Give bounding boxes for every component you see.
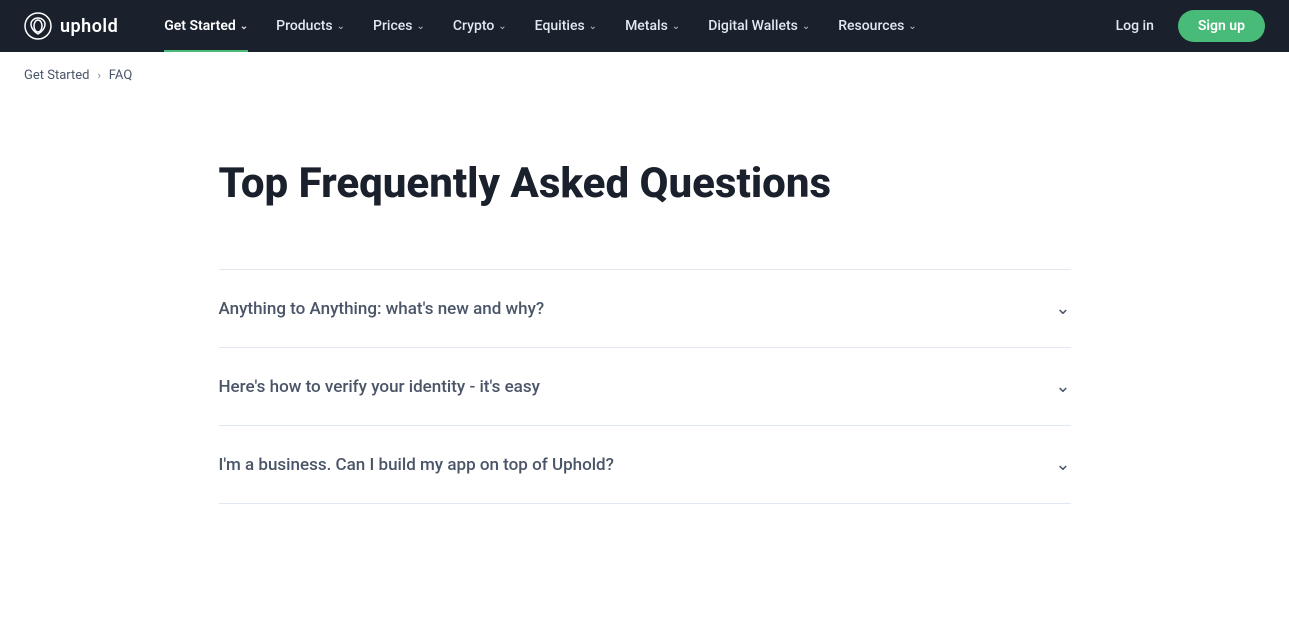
chevron-down-icon: ⌄ xyxy=(417,21,425,32)
chevron-down-icon-1: ⌄ xyxy=(1055,298,1070,319)
chevron-down-icon: ⌄ xyxy=(589,21,597,32)
breadcrumb-separator: › xyxy=(97,69,100,82)
main-content: Top Frequently Asked Questions Anything … xyxy=(195,99,1095,544)
faq-question-3: I'm a business. Can I build my app on to… xyxy=(219,455,1056,475)
nav-item-equities[interactable]: Equities ⌄ xyxy=(521,0,611,52)
faq-item-1[interactable]: Anything to Anything: what's new and why… xyxy=(219,269,1071,347)
page-title: Top Frequently Asked Questions xyxy=(219,159,1071,209)
chevron-down-icon-3: ⌄ xyxy=(1055,454,1070,475)
nav-auth: Log in Sign up xyxy=(1104,10,1265,42)
faq-item-2[interactable]: Here's how to verify your identity - it'… xyxy=(219,347,1071,425)
nav-item-digital-wallets[interactable]: Digital Wallets ⌄ xyxy=(694,0,824,52)
nav-links: Get Started ⌄ Products ⌄ Prices ⌄ Crypto… xyxy=(150,0,1103,52)
chevron-down-icon-2: ⌄ xyxy=(1055,376,1070,397)
breadcrumb: Get Started › FAQ xyxy=(0,52,1289,99)
chevron-down-icon: ⌄ xyxy=(240,21,248,32)
logo-text: uphold xyxy=(60,16,118,37)
nav-item-metals[interactable]: Metals ⌄ xyxy=(611,0,694,52)
faq-list: Anything to Anything: what's new and why… xyxy=(219,269,1071,504)
chevron-down-icon: ⌄ xyxy=(498,21,506,32)
faq-question-1: Anything to Anything: what's new and why… xyxy=(219,299,1056,319)
logo-link[interactable]: uphold xyxy=(24,12,118,40)
nav-item-products[interactable]: Products ⌄ xyxy=(262,0,359,52)
login-button[interactable]: Log in xyxy=(1104,12,1166,40)
faq-question-2: Here's how to verify your identity - it'… xyxy=(219,377,1056,397)
chevron-down-icon: ⌄ xyxy=(337,21,345,32)
breadcrumb-parent-link[interactable]: Get Started xyxy=(24,68,89,83)
signup-button[interactable]: Sign up xyxy=(1178,10,1265,42)
chevron-down-icon: ⌄ xyxy=(672,21,680,32)
logo-icon xyxy=(24,12,52,40)
chevron-down-icon: ⌄ xyxy=(802,21,810,32)
faq-item-3[interactable]: I'm a business. Can I build my app on to… xyxy=(219,425,1071,504)
nav-item-prices[interactable]: Prices ⌄ xyxy=(359,0,439,52)
nav-item-get-started[interactable]: Get Started ⌄ xyxy=(150,0,262,52)
nav-item-resources[interactable]: Resources ⌄ xyxy=(824,0,930,52)
chevron-down-icon: ⌄ xyxy=(908,21,916,32)
navbar: uphold Get Started ⌄ Products ⌄ Prices ⌄… xyxy=(0,0,1289,52)
breadcrumb-current: FAQ xyxy=(109,68,132,83)
nav-item-crypto[interactable]: Crypto ⌄ xyxy=(439,0,521,52)
